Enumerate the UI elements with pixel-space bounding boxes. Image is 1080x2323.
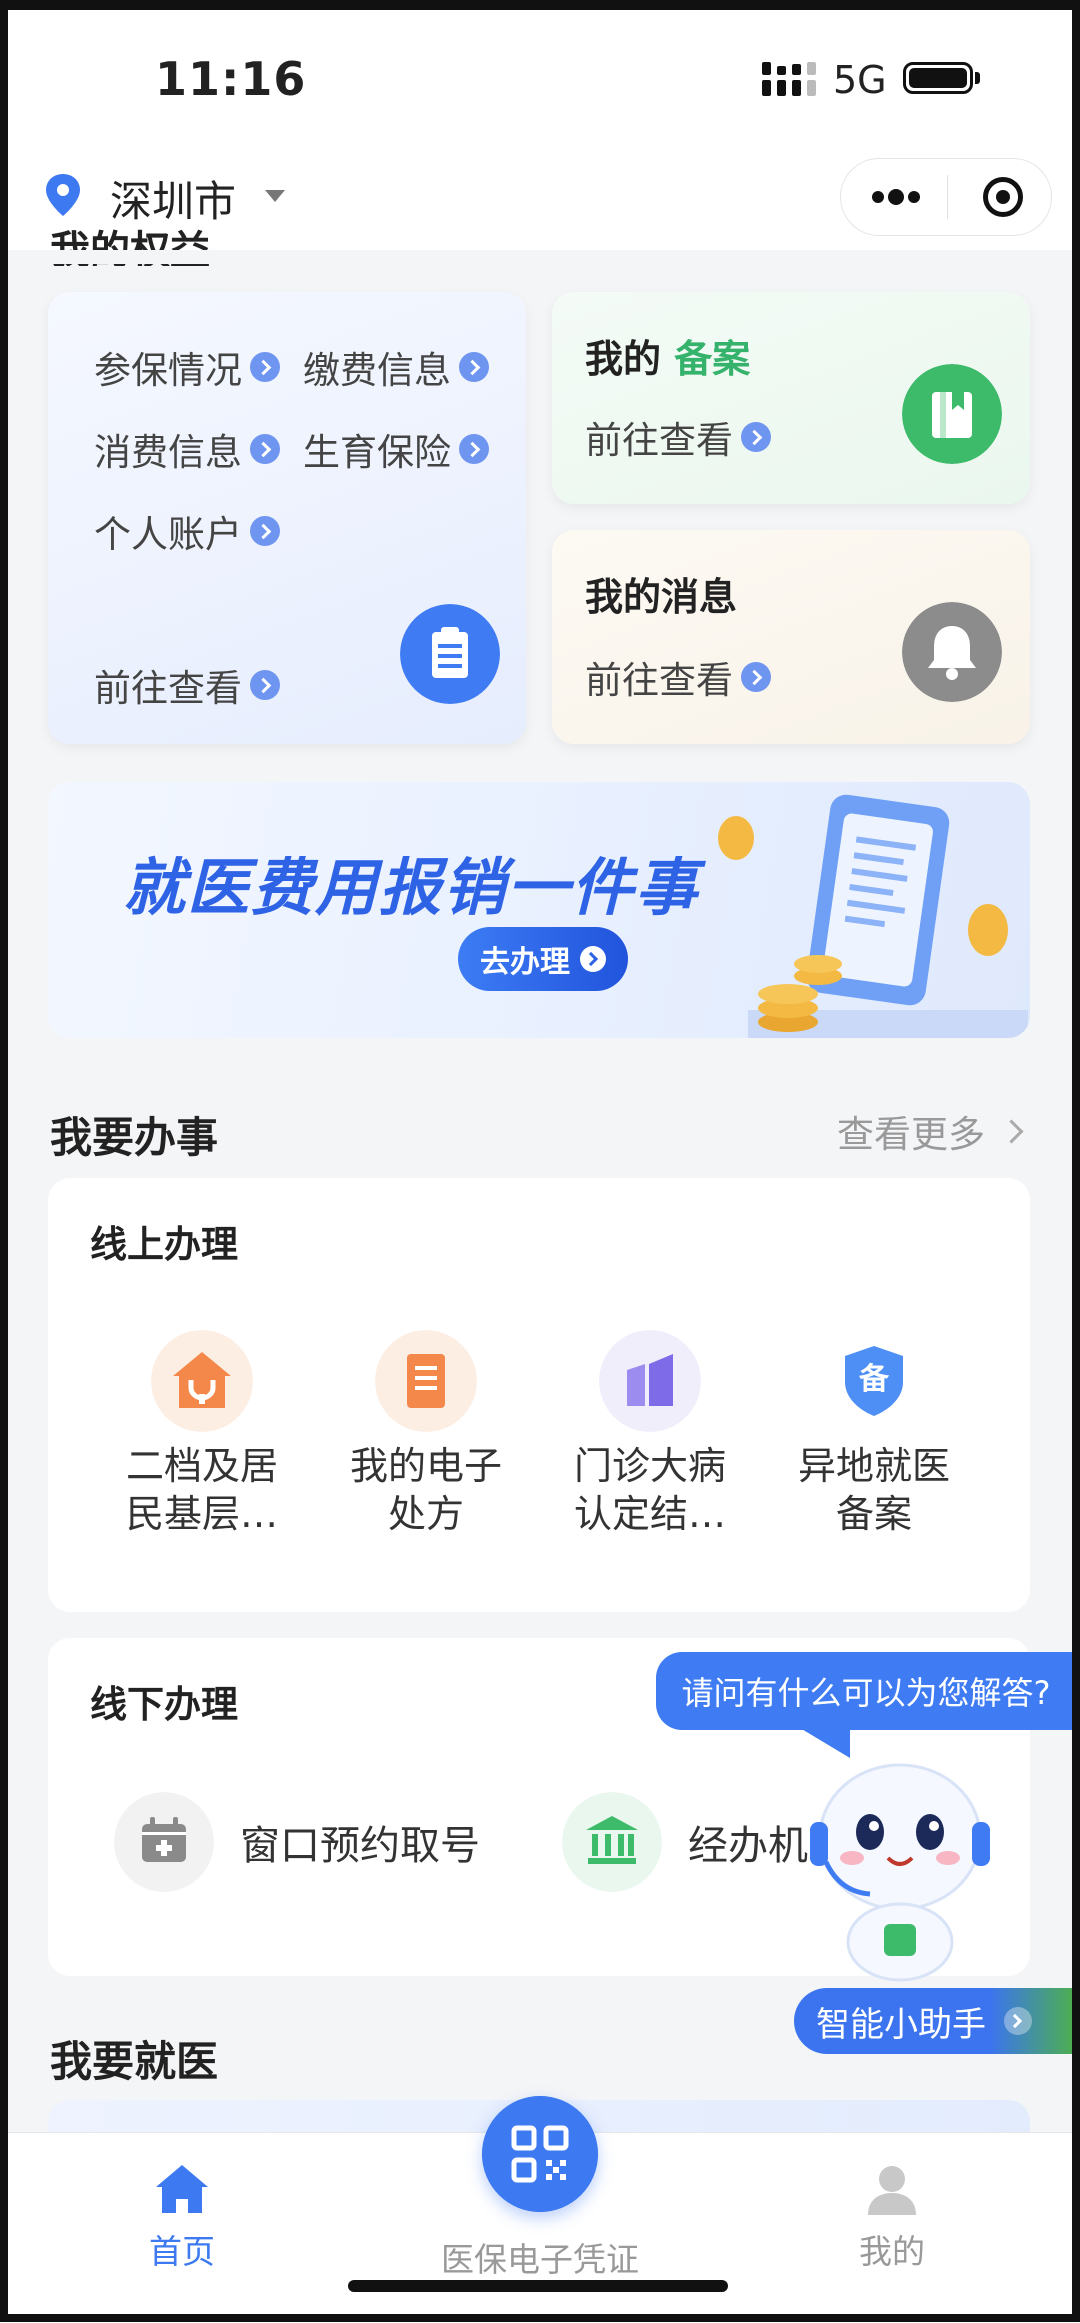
- calendar-icon: [114, 1792, 214, 1892]
- view-more-link[interactable]: 查看更多: [837, 1104, 1024, 1158]
- more-icon[interactable]: [871, 187, 921, 207]
- status-time: 11:16: [155, 52, 307, 106]
- home-indicator: [348, 2280, 728, 2292]
- location-pin-icon[interactable]: [44, 172, 82, 218]
- section-title-services: 我要办事: [50, 1113, 219, 1162]
- arrow-right-icon: [741, 422, 771, 452]
- arrow-right-icon: [250, 434, 280, 464]
- tab-mine[interactable]: 我的: [782, 2159, 1002, 2273]
- network-type: 5G: [833, 58, 887, 102]
- arrow-right-icon: [459, 352, 489, 382]
- arrow-right-icon: [1004, 2007, 1032, 2035]
- user-icon: [868, 2166, 916, 2215]
- service-item-prescription[interactable]: 我的电子 处方: [326, 1330, 526, 1538]
- prescription-icon: [375, 1330, 477, 1432]
- robot-mascot-icon[interactable]: [800, 1742, 1000, 1982]
- service-item-clinic[interactable]: 二档及居 民基层…: [102, 1330, 302, 1538]
- service-item-remote-filing[interactable]: 备 异地就医 备案: [774, 1330, 974, 1538]
- arrow-right-icon: [250, 352, 280, 382]
- filing-view-link[interactable]: 前往查看: [585, 410, 771, 464]
- banner-go-button[interactable]: 去办理: [458, 927, 628, 991]
- chart-icon: [599, 1330, 701, 1432]
- messages-title: 我的消息: [585, 575, 738, 619]
- bank-icon: [562, 1792, 662, 1892]
- link-insurance-status[interactable]: 参保情况: [94, 340, 280, 394]
- filing-title: 我的 备案: [585, 337, 751, 381]
- signal-icon: [762, 62, 816, 96]
- close-miniprogram-icon[interactable]: [983, 177, 1023, 217]
- assistant-bubble[interactable]: 请问有什么可以为您解答?: [656, 1652, 1076, 1730]
- reimbursement-banner[interactable]: 就医费用报销一件事 去办理: [48, 782, 1030, 1038]
- qr-code-button[interactable]: [482, 2096, 598, 2212]
- link-payment-info[interactable]: 缴费信息: [303, 340, 489, 394]
- my-filing-card[interactable]: 我的 备案 前往查看: [552, 292, 1030, 504]
- tab-voucher[interactable]: 医保电子凭证: [430, 2233, 650, 2281]
- link-personal-account[interactable]: 个人账户: [94, 504, 280, 558]
- book-icon: [902, 364, 1002, 464]
- arrow-right-icon: [250, 670, 280, 700]
- online-title: 线上办理: [90, 1223, 238, 1266]
- my-messages-card[interactable]: 我的消息 前往查看: [552, 530, 1030, 744]
- battery-icon: [903, 62, 973, 94]
- messages-view-link[interactable]: 前往查看: [585, 650, 771, 704]
- phone-coins-illustration: [718, 794, 1028, 1038]
- link-maternity-insurance[interactable]: 生育保险: [303, 422, 489, 476]
- benefits-view-link[interactable]: 前往查看: [94, 658, 280, 712]
- tab-home[interactable]: 首页: [72, 2159, 292, 2273]
- clinic-icon: [151, 1330, 253, 1432]
- service-item-chronic-disease[interactable]: 门诊大病 认定结…: [550, 1330, 750, 1538]
- status-bar: 11:16 5G: [0, 0, 1080, 150]
- benefits-card[interactable]: 参保情况 缴费信息 消费信息 生育保险 个人账户 前往查看: [48, 292, 526, 744]
- banner-title: 就医费用报销一件事: [123, 851, 700, 924]
- service-item-agency[interactable]: 经办机: [562, 1792, 808, 1892]
- arrow-right-icon: [250, 516, 280, 546]
- bell-icon: [902, 602, 1002, 702]
- offline-title: 线下办理: [90, 1683, 238, 1726]
- arrow-right-icon: [459, 434, 489, 464]
- shield-char: 备: [859, 1362, 889, 1397]
- arrow-right-icon: [580, 946, 606, 972]
- clipboard-icon: [400, 604, 500, 704]
- arrow-right-icon: [741, 662, 771, 692]
- section-title-medical: 我要就医: [50, 2037, 219, 2086]
- chevron-down-icon[interactable]: [265, 190, 285, 202]
- link-consumption-info[interactable]: 消费信息: [94, 422, 280, 476]
- smart-assistant-tab[interactable]: 智能小助手: [794, 1988, 1074, 2054]
- chevron-right-icon: [999, 1118, 1024, 1144]
- home-icon: [156, 2165, 208, 2213]
- miniprogram-capsule: [840, 158, 1052, 236]
- online-services-panel: 线上办理 二档及居 民基层… 我的电子 处方 门诊大病 认定结… 备 异地就医 …: [48, 1178, 1030, 1612]
- service-item-window-booking[interactable]: 窗口预约取号: [114, 1792, 480, 1892]
